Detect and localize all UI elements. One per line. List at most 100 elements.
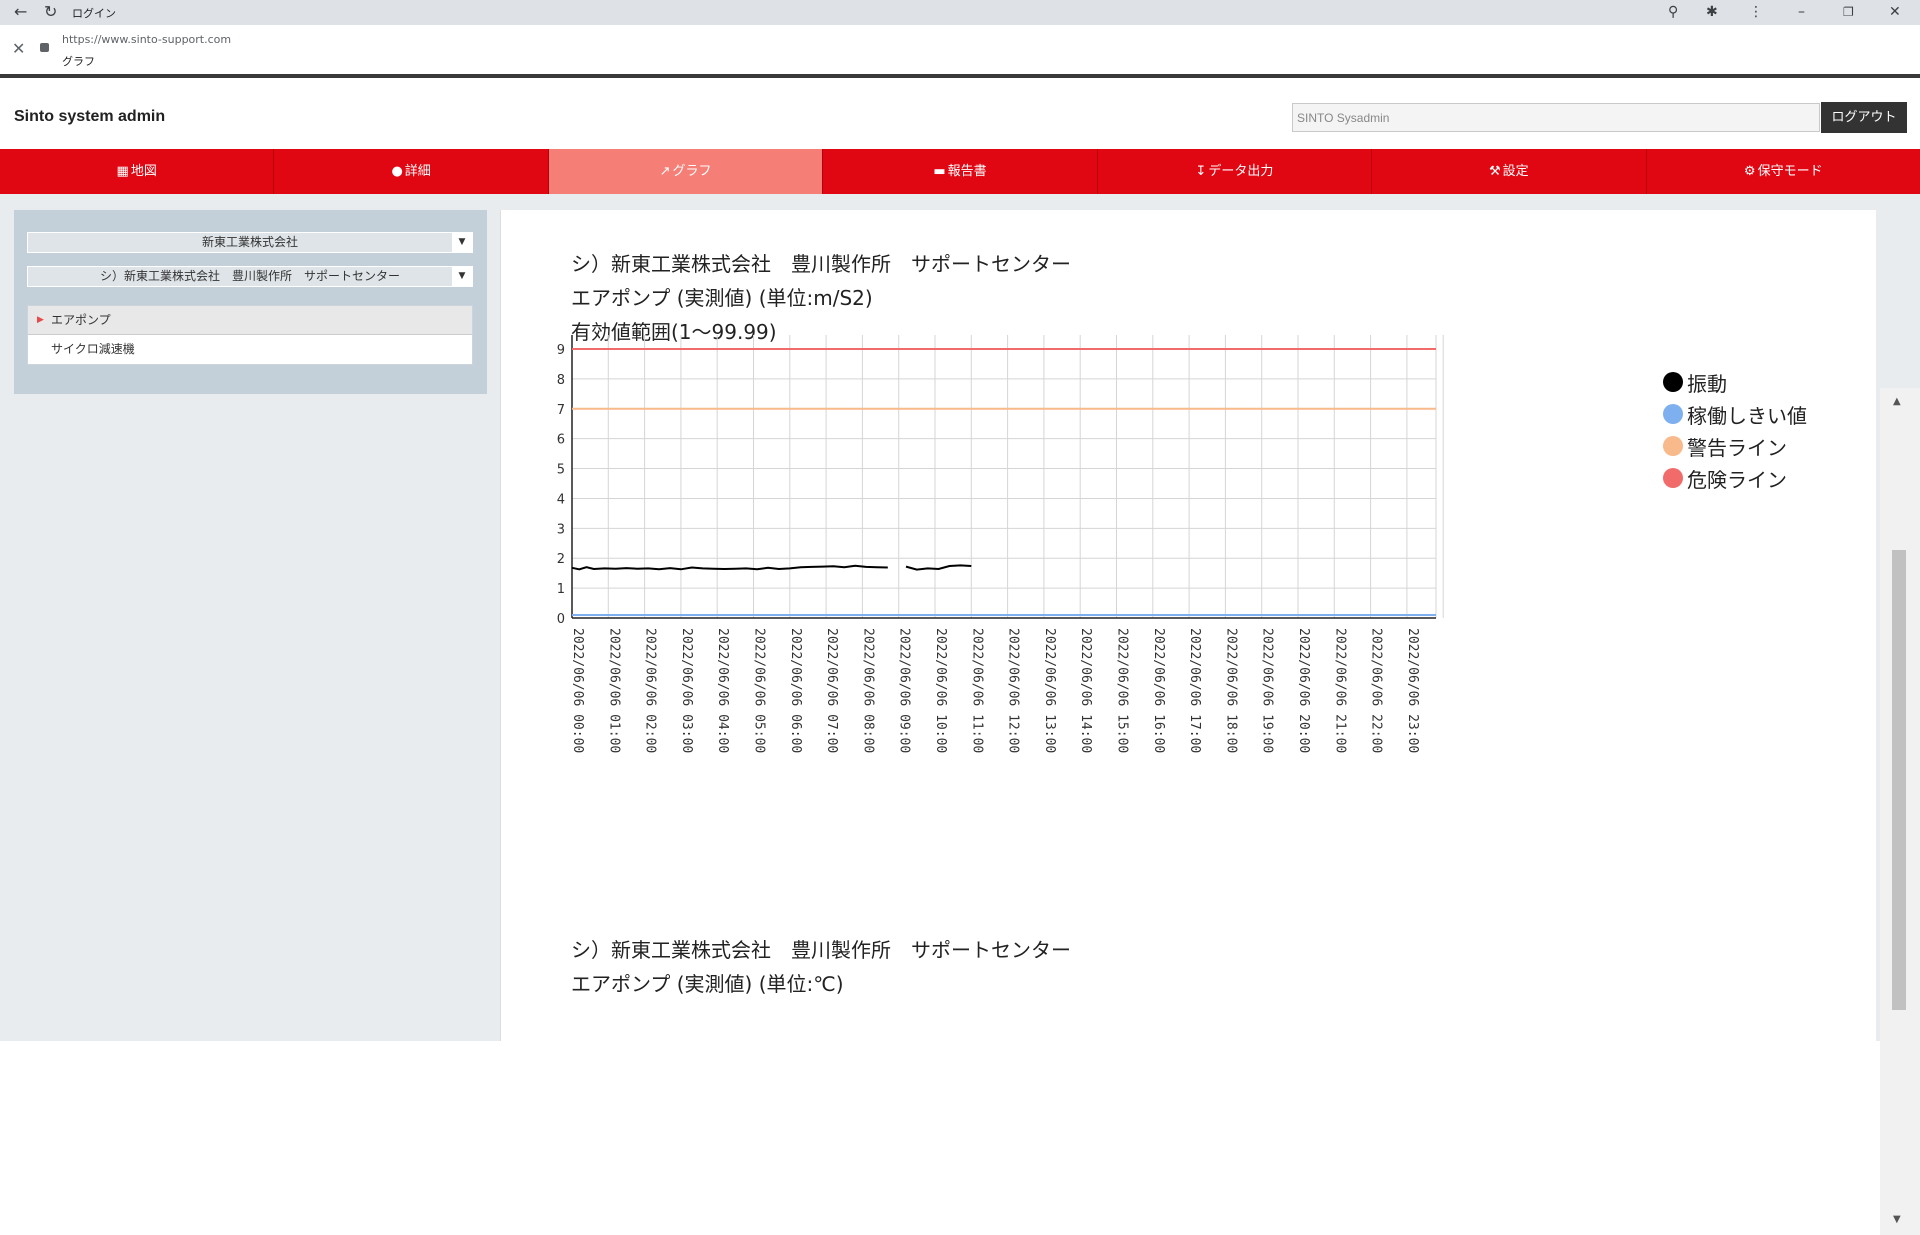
x-tick-label: 2022/06/06 05:00 — [752, 628, 767, 753]
vibration-line-segment — [571, 564, 888, 571]
tree-item-label: エアポンプ — [51, 313, 111, 327]
tree-item-label: サイクロ減速機 — [51, 342, 135, 356]
nav-item-graph[interactable]: ↗ グラフ — [548, 149, 824, 194]
gear-icon: ⚙ — [1743, 164, 1756, 179]
nav-label: データ出力 — [1208, 164, 1274, 179]
x-tick-label: 2022/06/06 00:00 — [570, 628, 585, 753]
x-tick-label: 2022/06/06 02:00 — [643, 628, 658, 753]
nav-item-maintenance[interactable]: ⚙ 保守モード — [1647, 149, 1920, 194]
vibration-line-segment — [905, 564, 972, 571]
x-tick-label: 2022/06/06 03:00 — [679, 628, 694, 753]
lock-icon — [40, 43, 49, 52]
y-tick-label: 9 — [557, 343, 565, 358]
minimize-icon[interactable]: – — [1798, 2, 1805, 22]
page-body: 新東工業株式会社 ▼ シ）新東工業株式会社 豊川製作所 サポートセンター ▼ ▶… — [0, 194, 1920, 1235]
download-icon: ↧ — [1195, 164, 1207, 179]
line-chart-icon: ↗ — [659, 164, 671, 179]
y-tick-label: 2 — [557, 552, 565, 567]
x-tick-label: 2022/06/06 06:00 — [788, 628, 803, 753]
user-field[interactable] — [1292, 103, 1820, 132]
legend-label: 警告ライン — [1687, 435, 1787, 460]
y-tick-label: 6 — [557, 433, 565, 448]
legend-item-warning[interactable]: 警告ライン — [1663, 430, 1807, 462]
scroll-down-icon[interactable]: ▼ — [1893, 1214, 1901, 1225]
x-tick-label: 2022/06/06 11:00 — [969, 628, 984, 753]
sidebar: 新東工業株式会社 ▼ シ）新東工業株式会社 豊川製作所 サポートセンター ▼ ▶… — [14, 210, 487, 394]
window-close-icon[interactable]: ✕ — [1889, 2, 1901, 22]
x-tick-label: 2022/06/06 09:00 — [897, 628, 912, 753]
chevron-down-icon[interactable]: ▼ — [452, 267, 472, 286]
legend-label: 危険ライン — [1687, 467, 1787, 492]
site-select[interactable]: シ）新東工業株式会社 豊川製作所 サポートセンター ▼ — [27, 266, 473, 287]
equipment-tree: ▶ エアポンプ サイクロ減速機 — [27, 305, 473, 365]
app-title: Sinto system admin — [14, 108, 166, 125]
address-bar: ✕ https://www.sinto-support.com グラフ — [0, 25, 1920, 75]
legend-swatch — [1663, 436, 1683, 456]
kebab-menu-icon[interactable]: ⋮ — [1749, 2, 1763, 22]
map-marker-icon: ● — [391, 164, 403, 179]
y-tick-label: 4 — [557, 492, 565, 507]
reload-icon[interactable]: ↻ — [44, 2, 57, 22]
map-icon: ▦ — [116, 164, 129, 179]
chart2-title-unit: エアポンプ (実測値) (単位:℃) — [571, 972, 844, 996]
url-text[interactable]: https://www.sinto-support.com — [62, 33, 231, 46]
graph-panel: シ）新東工業株式会社 豊川製作所 サポートセンター エアポンプ (実測値) (単… — [500, 210, 1876, 1041]
chevron-down-icon[interactable]: ▼ — [452, 233, 472, 252]
nav-label: 保守モード — [1757, 164, 1823, 179]
caret-right-icon: ▶ — [37, 315, 44, 325]
page-label: グラフ — [62, 55, 95, 68]
zoom-icon[interactable]: ⚲ — [1668, 2, 1678, 22]
extensions-icon[interactable]: ✱ — [1706, 2, 1718, 22]
tab-title[interactable]: ログイン — [72, 5, 116, 21]
x-tick-label: 2022/06/06 23:00 — [1405, 628, 1420, 753]
nav-label: 報告書 — [947, 164, 987, 179]
nav-label: 地図 — [130, 164, 157, 179]
x-tick-label: 2022/06/06 07:00 — [824, 628, 839, 753]
x-tick-label: 2022/06/06 20:00 — [1296, 628, 1311, 753]
restore-icon[interactable]: ❐ — [1843, 2, 1854, 22]
nav-item-report[interactable]: ▬ 報告書 — [823, 149, 1098, 194]
legend-swatch — [1663, 404, 1683, 424]
y-tick-label: 8 — [557, 373, 565, 388]
chart2-title-site: シ）新東工業株式会社 豊川製作所 サポートセンター — [571, 938, 1071, 962]
x-tick-label: 2022/06/06 14:00 — [1078, 628, 1093, 753]
legend-item-vibration[interactable]: 振動 — [1663, 366, 1807, 398]
scrollbar[interactable]: ▲ ▼ — [1880, 388, 1920, 1235]
y-tick-label: 5 — [557, 463, 565, 478]
chart-legend: 振動 稼働しきい値 警告ライン 危険ライン — [1663, 366, 1807, 494]
nav-label: 詳細 — [404, 164, 431, 179]
nav-item-detail[interactable]: ● 詳細 — [274, 149, 549, 194]
company-select[interactable]: 新東工業株式会社 ▼ — [27, 232, 473, 253]
nav-item-settings[interactable]: ⚒ 設定 — [1372, 149, 1647, 194]
nav-label: グラフ — [672, 164, 712, 179]
x-tick-label: 2022/06/06 17:00 — [1187, 628, 1202, 753]
close-icon[interactable]: ✕ — [12, 39, 25, 58]
site-select-value: シ）新東工業株式会社 豊川製作所 サポートセンター — [99, 269, 400, 283]
nav-item-map[interactable]: ▦ 地図 — [0, 149, 275, 194]
nav-label: 設定 — [1502, 164, 1529, 179]
x-tick-label: 2022/06/06 15:00 — [1115, 628, 1130, 753]
scroll-up-icon[interactable]: ▲ — [1893, 396, 1901, 407]
x-tick-label: 2022/06/06 10:00 — [933, 628, 948, 753]
y-tick-label: 7 — [557, 403, 565, 418]
scrollbar-thumb[interactable] — [1892, 550, 1906, 1010]
tree-item-cyclo-reducer[interactable]: サイクロ減速機 — [28, 335, 472, 364]
company-select-value: 新東工業株式会社 — [201, 235, 298, 249]
back-icon[interactable]: ← — [14, 2, 27, 22]
x-tick-label: 2022/06/06 22:00 — [1369, 628, 1384, 753]
legend-swatch — [1663, 372, 1683, 392]
y-tick-label: 3 — [557, 522, 565, 537]
nav-item-data-export[interactable]: ↧ データ出力 — [1098, 149, 1373, 194]
main-nav: ▦ 地図 ● 詳細 ↗ グラフ ▬ 報告書 ↧ データ出力 ⚒ 設定 ⚙ 保守モード — [0, 149, 1920, 194]
x-tick-label: 2022/06/06 01:00 — [606, 628, 621, 753]
legend-label: 振動 — [1687, 371, 1727, 396]
logout-button[interactable]: ログアウト — [1821, 102, 1907, 133]
x-tick-label: 2022/06/06 18:00 — [1223, 628, 1238, 753]
x-tick-label: 2022/06/06 13:00 — [1042, 628, 1057, 753]
app-header: Sinto system admin ログアウト — [0, 78, 1920, 148]
book-icon: ▬ — [933, 164, 946, 179]
legend-item-threshold[interactable]: 稼働しきい値 — [1663, 398, 1807, 430]
legend-item-danger[interactable]: 危険ライン — [1663, 462, 1807, 494]
tree-item-air-pump[interactable]: ▶ エアポンプ — [28, 306, 472, 335]
x-tick-label: 2022/06/06 21:00 — [1332, 628, 1347, 753]
